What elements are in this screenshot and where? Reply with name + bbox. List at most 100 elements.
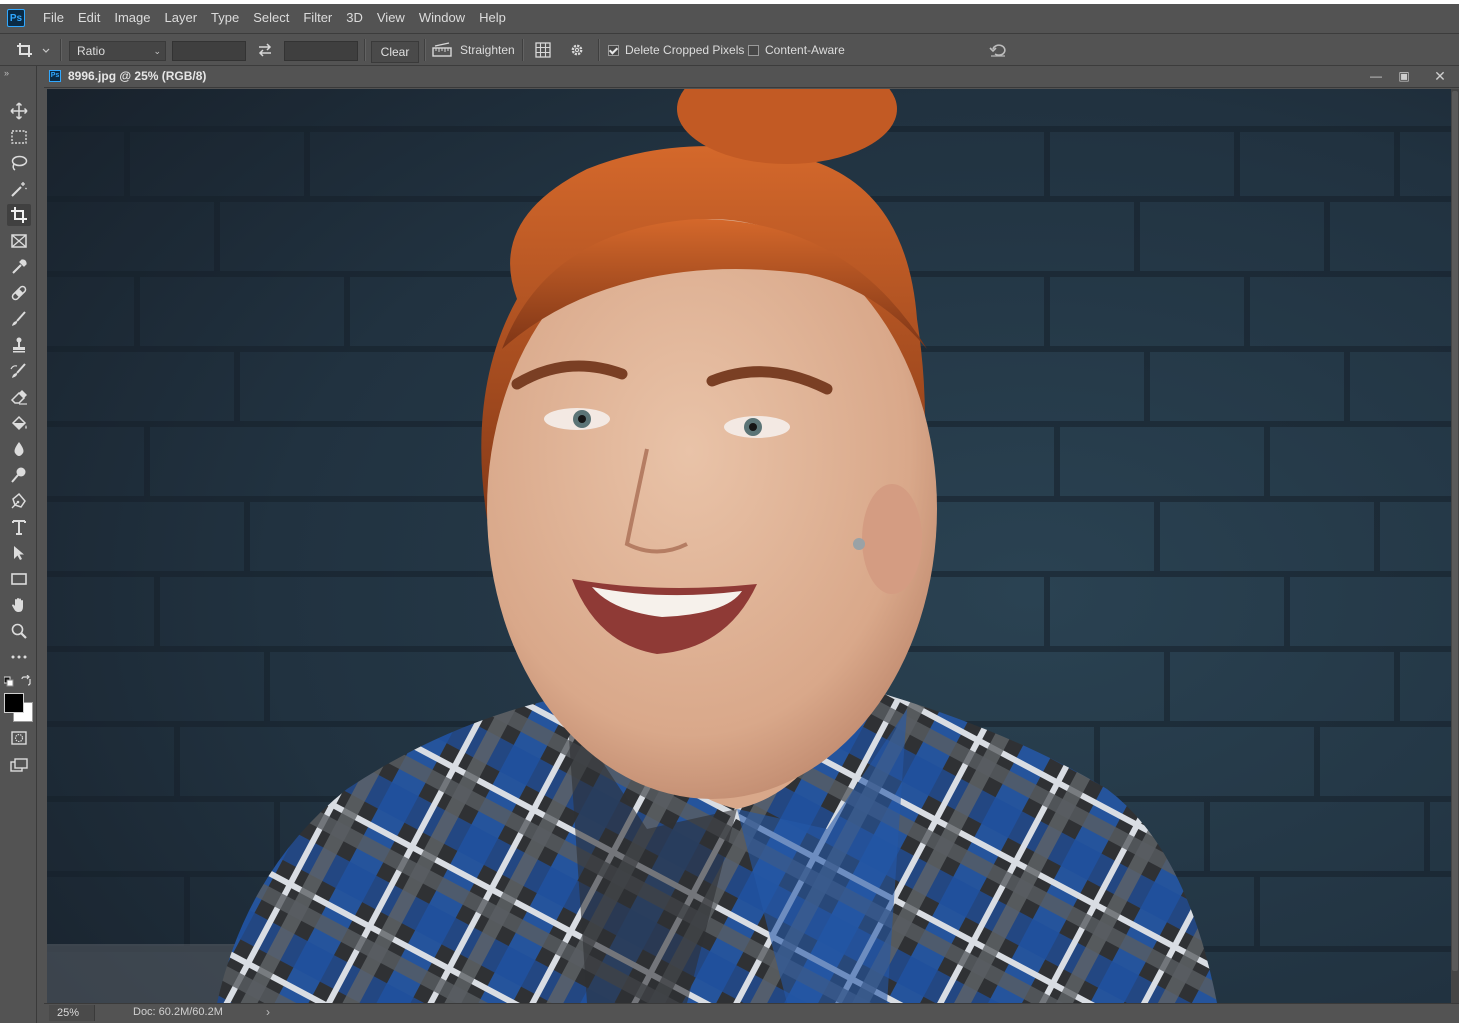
zoom-level-field[interactable]: 25% xyxy=(49,1005,95,1021)
dodge-tool[interactable] xyxy=(7,464,31,486)
collapse-panel-icon[interactable]: » xyxy=(4,68,9,78)
menu-window[interactable]: Window xyxy=(412,4,472,32)
status-bar: 25% Doc: 60.2M/60.2M › xyxy=(44,1003,1459,1023)
status-menu-arrow-icon[interactable]: › xyxy=(266,1005,270,1019)
menu-view[interactable]: View xyxy=(370,4,412,32)
tools-panel: » xyxy=(0,66,37,1023)
vertical-scrollbar[interactable] xyxy=(1451,89,1459,1003)
clone-stamp-tool[interactable] xyxy=(7,334,31,356)
brush-icon xyxy=(12,311,26,326)
healing-brush-tool[interactable] xyxy=(7,282,31,304)
scrollbar-thumb[interactable] xyxy=(1452,91,1458,971)
stamp-icon xyxy=(13,337,25,353)
type-icon xyxy=(12,520,26,535)
lasso-tool[interactable] xyxy=(7,152,31,174)
document-tab[interactable]: Ps 8996.jpg @ 25% (RGB/8) — ▣ ✕ xyxy=(44,66,1459,88)
zoom-tool[interactable] xyxy=(7,620,31,642)
move-tool[interactable] xyxy=(7,100,31,122)
document-canvas[interactable] xyxy=(47,89,1451,1003)
photo-image xyxy=(47,89,1451,1003)
rectangle-icon xyxy=(11,573,27,585)
straighten-button[interactable] xyxy=(431,34,453,65)
eyedropper-tool[interactable] xyxy=(7,256,31,278)
undo-icon xyxy=(989,43,1006,57)
straighten-label: Straighten xyxy=(460,43,515,57)
bucket-icon xyxy=(11,415,27,431)
menu-file[interactable]: File xyxy=(36,4,71,32)
screen-mode-button[interactable] xyxy=(7,754,31,776)
grid-icon xyxy=(535,41,551,58)
height-input[interactable] xyxy=(284,41,358,61)
tool-preset-picker[interactable] xyxy=(14,34,50,65)
dodge-icon xyxy=(11,467,26,483)
path-selection-tool[interactable] xyxy=(7,542,31,564)
paint-bucket-tool[interactable] xyxy=(7,412,31,434)
menu-edit[interactable]: Edit xyxy=(71,4,107,32)
clear-button[interactable]: Clear xyxy=(371,41,419,63)
menu-3d[interactable]: 3D xyxy=(339,4,370,32)
frame-icon xyxy=(11,234,27,248)
straighten-icon xyxy=(432,41,452,57)
ratio-select-value: Ratio xyxy=(77,44,106,58)
blur-tool[interactable] xyxy=(7,438,31,460)
eyedropper-icon xyxy=(12,259,27,274)
options-bar: Ratio ⌄ Clear Straighten Delete Cropped … xyxy=(0,33,1459,66)
hand-tool[interactable] xyxy=(7,594,31,616)
close-icon[interactable]: ✕ xyxy=(1431,68,1449,84)
swap-dimensions-button[interactable] xyxy=(256,34,274,65)
chevron-down-icon: ⌄ xyxy=(153,46,161,56)
menu-type[interactable]: Type xyxy=(204,4,246,32)
delete-cropped-pixels-checkbox[interactable] xyxy=(608,45,619,56)
pen-tool[interactable] xyxy=(7,490,31,512)
menu-help[interactable]: Help xyxy=(472,4,513,32)
gear-icon xyxy=(571,44,583,55)
edit-toolbar[interactable] xyxy=(7,646,31,668)
frame-tool[interactable] xyxy=(7,230,31,252)
zoom-icon xyxy=(11,623,27,639)
crop-preset-icon xyxy=(17,42,50,57)
ratio-select[interactable]: Ratio ⌄ xyxy=(69,41,166,61)
foreground-color-swatch[interactable] xyxy=(4,693,24,713)
width-input[interactable] xyxy=(172,41,246,61)
reset-crop-button[interactable] xyxy=(988,34,1008,65)
rectangular-marquee-tool[interactable] xyxy=(7,126,31,148)
history-brush-tool[interactable] xyxy=(7,360,31,382)
menu-select[interactable]: Select xyxy=(246,4,296,32)
magic-wand-icon xyxy=(11,182,27,197)
content-aware-label: Content-Aware xyxy=(765,43,845,57)
bandage-icon xyxy=(11,285,27,301)
quick-mask-icon xyxy=(11,731,27,745)
screen-mode-icon xyxy=(10,758,28,772)
content-aware-checkbox[interactable] xyxy=(748,45,759,56)
crop-icon xyxy=(11,207,27,223)
magic-wand-tool[interactable] xyxy=(7,178,31,200)
overlay-options-button[interactable] xyxy=(534,34,552,65)
eraser-tool[interactable] xyxy=(7,386,31,408)
move-icon xyxy=(10,102,28,120)
minimize-icon[interactable]: — xyxy=(1367,68,1385,84)
menu-filter[interactable]: Filter xyxy=(296,4,339,32)
quick-mask-button[interactable] xyxy=(7,727,31,749)
marquee-icon xyxy=(11,130,27,144)
eraser-icon xyxy=(10,390,27,405)
delete-cropped-pixels-label: Delete Cropped Pixels xyxy=(625,43,745,57)
document-title: 8996.jpg @ 25% (RGB/8) xyxy=(68,69,207,83)
brush-tool[interactable] xyxy=(7,308,31,330)
lasso-icon xyxy=(11,155,28,171)
menu-bar: Ps File Edit Image Layer Type Select Fil… xyxy=(0,4,1459,32)
restore-icon[interactable]: ▣ xyxy=(1395,68,1413,84)
document-file-icon: Ps xyxy=(49,70,61,82)
history-brush-icon xyxy=(10,363,26,378)
pen-icon xyxy=(11,492,26,509)
menu-image[interactable]: Image xyxy=(107,4,157,32)
document-size-info: Doc: 60.2M/60.2M xyxy=(133,1006,223,1018)
swap-icon xyxy=(258,42,272,57)
type-tool[interactable] xyxy=(7,516,31,538)
photoshop-logo-icon[interactable]: Ps xyxy=(7,9,25,27)
crop-tool[interactable] xyxy=(7,204,31,226)
menu-layer[interactable]: Layer xyxy=(158,4,205,32)
arrow-icon xyxy=(14,546,24,560)
rectangle-tool[interactable] xyxy=(7,568,31,590)
crop-settings-button[interactable] xyxy=(568,34,586,65)
swap-colors-icon[interactable] xyxy=(20,674,32,692)
